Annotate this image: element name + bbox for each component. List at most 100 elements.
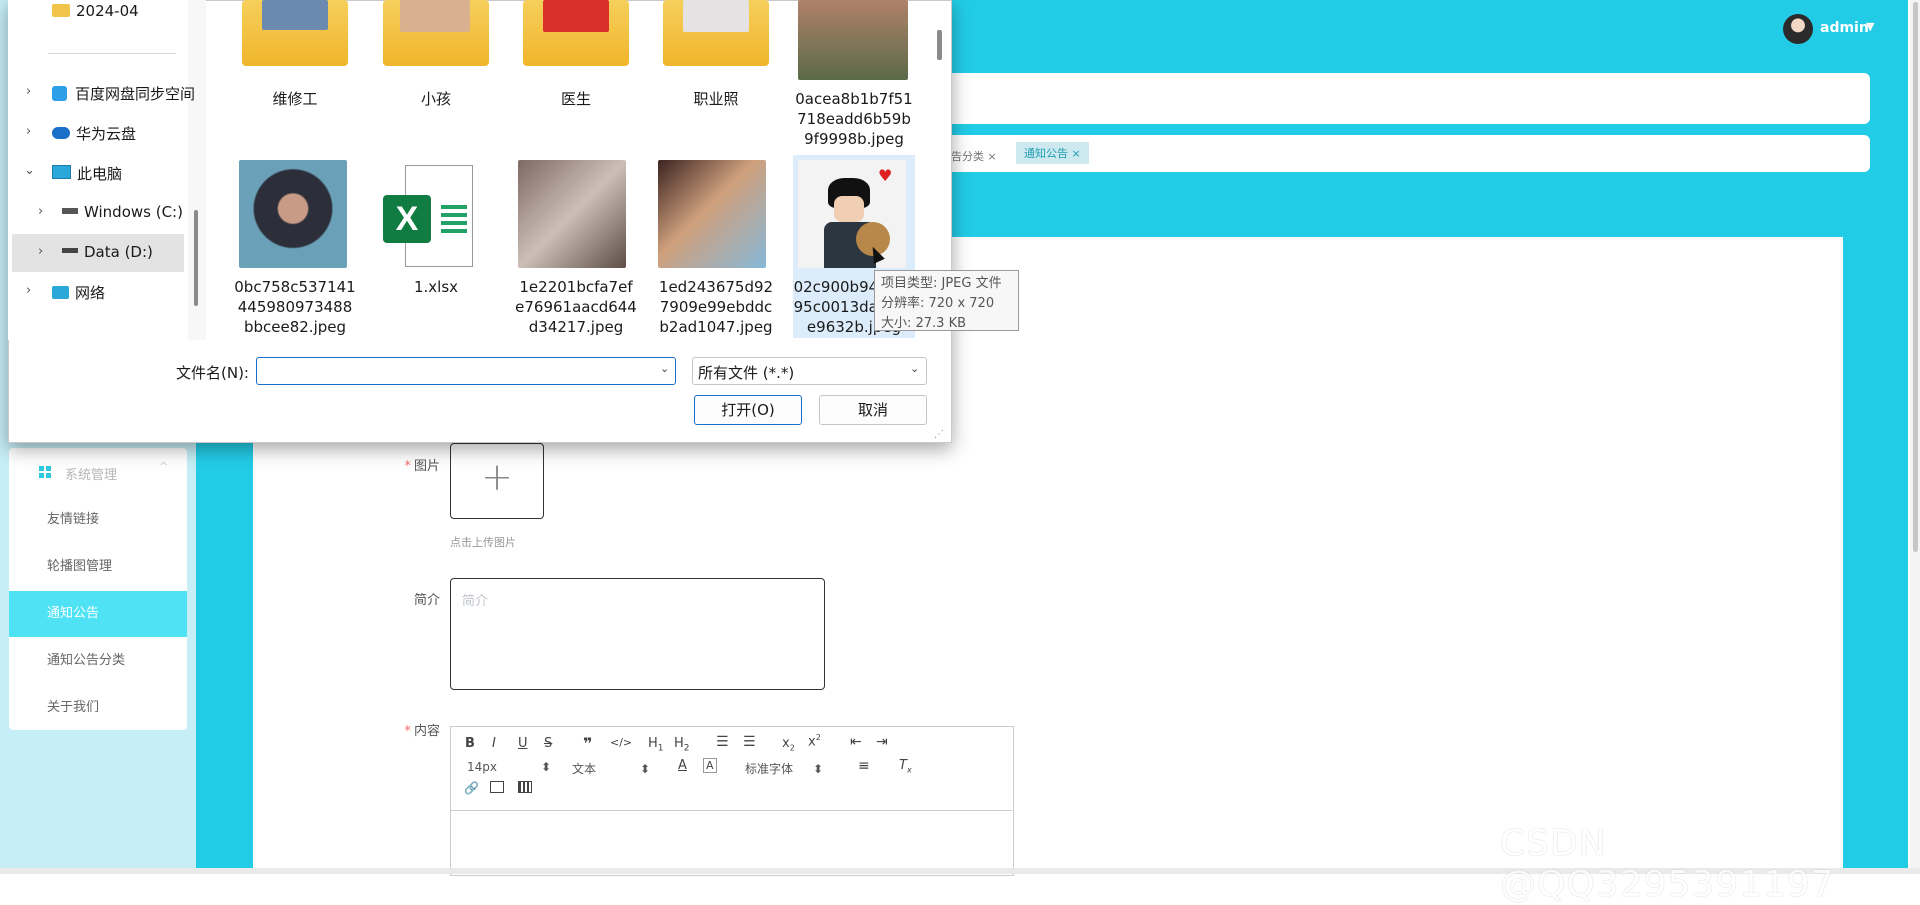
nav-item-label: Windows (C:) [84,203,183,221]
nav-item-label: 百度网盘同步空间 [75,85,196,103]
bold-icon[interactable]: B [465,736,475,751]
file-name-line: d34217.jpeg [528,318,624,336]
file-item[interactable]: 1.xlsx [371,277,501,297]
file-item[interactable]: 维修工 [230,89,360,109]
username[interactable]: admin [1820,20,1869,36]
sidebar-item-carousel[interactable]: 轮播图管理 [9,544,187,590]
ordered-list-icon[interactable]: ☰ [716,734,729,750]
file-name-line: 1ed243675d92 [658,278,774,296]
image-thumbnail[interactable] [518,160,626,268]
font-size-select[interactable]: 14px ⬍ [467,760,551,774]
tag-notice[interactable]: 通知公告 × [1016,142,1089,164]
file-grid-scrollbar-thumb[interactable] [937,30,942,60]
file-item[interactable]: 职业照 [651,89,781,109]
nav-item-label: 网络 [75,284,106,302]
close-icon[interactable]: × [1072,147,1081,160]
file-name-line: 0bc758c537141 [234,278,356,296]
quote-icon[interactable]: ❞ [583,734,592,753]
watermark: CSDN @QQ3295391197 [1500,823,1835,905]
nav-item-drive-c[interactable]: Windows (C:) [62,203,183,221]
chevron-down-icon[interactable]: ⌄ [660,362,669,375]
subscript-icon[interactable]: x2 [782,736,795,753]
file-item[interactable]: 0bc758c537141 445980973488 bbcee82.jpeg [230,277,360,337]
align-icon[interactable]: ≡ [858,758,870,774]
folder-preview-image [400,0,470,32]
nav-item-baidu[interactable]: 百度网盘同步空间 [52,83,195,104]
background-color-icon[interactable]: A [703,758,717,773]
font-color-icon[interactable]: A [678,758,687,773]
chevron-right-icon[interactable]: › [38,244,43,259]
file-item[interactable]: 1e2201bcfa7ef e76961aacd644 d34217.jpeg [511,277,641,337]
file-name-line: 1e2201bcfa7ef [519,278,633,296]
clear-format-icon[interactable]: Tx [899,758,912,775]
navigation-scrollbar-thumb[interactable] [194,210,198,306]
plus-icon: + [481,455,513,499]
outdent-icon[interactable]: ⇤ [850,734,862,750]
file-item[interactable]: 0acea8b1b7f51 718eadd6b59b 9f9998b.jpeg [789,89,919,149]
sidebar-item-links[interactable]: 友情链接 [9,497,187,543]
underline-icon[interactable]: U [518,736,528,751]
chevron-right-icon[interactable]: › [26,283,31,298]
h1-icon[interactable]: H1 [648,736,664,754]
file-tooltip: 项目类型: JPEG 文件 分辨率: 720 x 720 大小: 27.3 KB [874,270,1019,331]
sidebar-group-system[interactable]: 系统管理 ^ [9,448,187,494]
sidebar-item-label: 友情链接 [47,512,100,527]
image-thumbnail[interactable]: ♥ [798,160,906,268]
nav-item-this-pc[interactable]: 此电脑 [52,163,122,184]
image-thumbnail[interactable] [239,160,347,268]
chevron-down-icon[interactable]: ⌄ [910,362,919,375]
chevron-right-icon[interactable]: › [26,84,31,99]
h2-icon[interactable]: H2 [674,736,690,754]
baidu-cloud-icon [52,86,67,101]
nav-item-label: 2024-04 [76,2,139,20]
open-button[interactable]: 打开(O) [694,395,802,425]
image-thumbnail[interactable] [658,160,766,268]
nav-item-drive-d[interactable]: Data (D:) [62,243,153,261]
file-name-line: b2ad1047.jpeg [659,318,773,336]
close-icon[interactable]: × [988,150,997,163]
intro-textarea[interactable] [450,578,825,690]
folder-preview-image [683,0,749,32]
chevron-right-icon[interactable]: › [38,204,43,219]
paragraph-select[interactable]: 文本 ⬍ [572,760,650,777]
sidebar-item-notice[interactable]: 通知公告 [9,591,187,637]
sidebar-item-about[interactable]: 关于我们 [9,685,187,731]
image-thumbnail[interactable] [798,0,908,80]
nav-item-2024-04[interactable]: 2024-04 [52,2,139,20]
file-item[interactable]: 小孩 [371,89,501,109]
page-scrollbar-thumb[interactable] [1913,2,1918,552]
chevron-down-icon[interactable]: ⌄ [24,163,35,178]
nav-item-label: Data (D:) [84,243,153,261]
computer-icon [52,165,71,179]
file-name-line: bbcee82.jpeg [243,318,347,336]
video-icon[interactable] [518,781,532,793]
avatar[interactable] [1783,14,1813,44]
filename-input[interactable] [256,357,676,385]
font-family-select[interactable]: 标准字体 ⬍ [745,760,823,777]
link-icon[interactable]: 🔗 [464,781,479,795]
nav-item-huawei[interactable]: 华为云盘 [52,123,136,144]
indent-icon[interactable]: ⇥ [876,734,888,750]
superscript-icon[interactable]: x2 [808,733,821,749]
code-icon[interactable]: </> [610,736,632,749]
nav-item-label: 华为云盘 [76,125,137,143]
cancel-button[interactable]: 取消 [819,395,927,425]
file-name: 医生 [560,90,591,108]
intro-placeholder: 简介 [462,594,489,609]
image-icon[interactable] [490,781,504,793]
caret-down-icon[interactable]: ▼ [1866,20,1874,33]
folder-preview-image [543,0,609,32]
file-name: 维修工 [272,90,318,108]
nav-item-network[interactable]: 网络 [52,282,105,303]
italic-icon[interactable]: I [492,736,496,751]
strike-icon[interactable]: S [544,736,552,751]
file-item[interactable]: 医生 [511,89,641,109]
grid-icon [39,466,51,478]
file-name-line: 718eadd6b59b [797,110,911,128]
sidebar-item-notice-category[interactable]: 通知公告分类 [9,638,187,684]
chevron-right-icon[interactable]: › [26,124,31,139]
excel-icon[interactable]: X [383,165,473,267]
resize-grip-icon[interactable]: ⋰ [934,429,944,440]
file-item[interactable]: 1ed243675d92 7909e99ebddc b2ad1047.jpeg [651,277,781,337]
bullet-list-icon[interactable]: ☰ [743,734,756,750]
